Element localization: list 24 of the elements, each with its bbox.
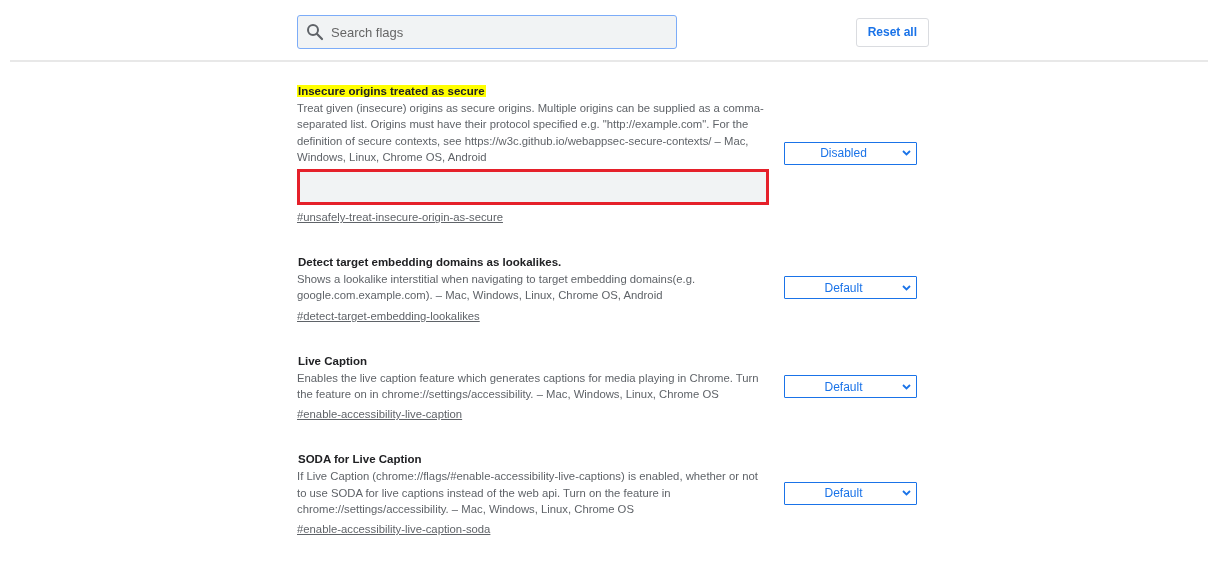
flag-title: Insecure origins treated as secure <box>297 85 486 97</box>
flag-link[interactable]: #enable-accessibility-live-caption <box>297 408 463 421</box>
flag-link[interactable]: #detect-target-embedding-lookalikes <box>297 309 480 322</box>
flag-dropdown[interactable]: Default <box>784 481 917 505</box>
flag-dropdown[interactable]: Default <box>784 276 917 300</box>
flag-description: Treat given (insecure) origins as secure origins. Multiple origins can be supplied as a comma-separated list. Origins must have their protocol specified e.g. "http://example.com". For the definition of secure contexts, see https://w3c.github.io/webappsec-secure-contexts/ – Mac, Windows, Linux, Chrome OS, Android <box>297 101 765 165</box>
flag-link[interactable]: #unsafely-treat-insecure-origin-as-secure <box>297 211 503 224</box>
search-field[interactable]: Search flags <box>297 15 677 49</box>
origins-text-field[interactable] <box>297 169 769 206</box>
flag-title: Live Caption <box>297 354 368 367</box>
reset-all-button[interactable]: Reset all <box>855 17 929 47</box>
flag-description: Shows a lookalike interstitial when navigating to target embedding domains(e.g. google.com.example.com). – Mac, Windows, Linux, Chrome OS, Android <box>297 272 697 304</box>
chevron-down-icon <box>902 490 911 497</box>
flag-description: If Live Caption (chrome://flags/#enable-accessibility-live-captions) is enabled, whether or not to use SODA for live captions instead of the web api. Turn on the feature in chrome://settings/accessibility. – Mac, Windows, Linux, Chrome OS <box>297 469 759 517</box>
search-icon <box>306 23 324 41</box>
flag-link[interactable]: #enable-accessibility-live-caption-soda <box>297 523 491 536</box>
chevron-down-icon <box>902 383 911 390</box>
flag-title: Detect target embedding domains as lookalikes. <box>297 256 563 269</box>
chevron-down-icon <box>902 285 911 291</box>
flag-title: SODA for Live Caption <box>297 453 423 466</box>
flag-dropdown[interactable]: Disabled <box>784 141 917 165</box>
chevron-down-icon <box>902 150 911 157</box>
flag-dropdown[interactable]: Default <box>784 375 917 399</box>
flag-description: Enables the live caption feature which generates captions for media playing in Chrome. Turn the feature on in chrome://settings/accessibility. – Mac, Windows, Linux, Chrome OS <box>297 370 760 403</box>
